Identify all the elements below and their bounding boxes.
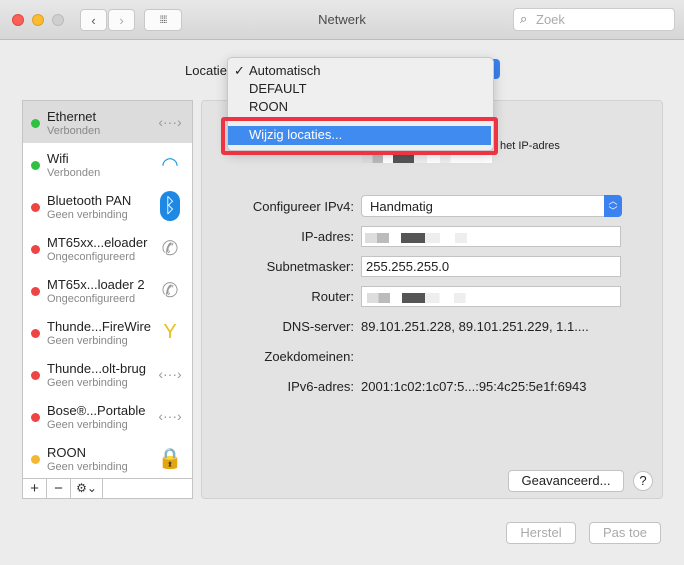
service-name: Thunde...FireWire — [47, 319, 152, 334]
dns-label: DNS-server: — [282, 319, 354, 334]
status-dot — [31, 455, 40, 464]
status-dot — [31, 245, 40, 254]
service-status: Geen verbinding — [47, 335, 128, 347]
search-input[interactable]: ⌕ Zoek — [513, 8, 675, 31]
dns-value: 89.101.251.228, 89.101.251.229, 1.1.... — [361, 319, 589, 334]
service-item[interactable]: Wifi Verbonden ◠ — [23, 143, 192, 185]
service-item[interactable]: ROON Geen verbinding 🔒 — [23, 437, 192, 479]
apply-button[interactable]: Pas toe — [589, 522, 661, 544]
status-dot — [31, 119, 40, 128]
service-item[interactable]: Bluetooth PAN Geen verbinding ᛒ — [23, 185, 192, 227]
bluetooth-icon: ᛒ — [160, 191, 180, 221]
search-domains-label: Zoekdomeinen: — [264, 349, 354, 364]
remove-service-button[interactable]: − — [47, 479, 71, 498]
location-label: Locatie — [185, 63, 227, 78]
ip-address-label: IP-adres: — [301, 229, 354, 244]
service-status: Ongeconfigureerd — [47, 251, 136, 263]
service-item[interactable]: Thunde...olt-brug Geen verbinding ‹···› — [23, 353, 192, 395]
service-name: Thunde...olt-brug — [47, 361, 147, 376]
router-label: Router: — [311, 289, 354, 304]
status-dot — [31, 287, 40, 296]
service-item[interactable]: MT65x...loader 2 Ongeconfigureerd ✆ — [23, 269, 192, 311]
service-status: Geen verbinding — [47, 209, 128, 221]
service-status: Verbonden — [47, 125, 101, 137]
revert-button[interactable]: Herstel — [506, 522, 576, 544]
service-status: Verbonden — [47, 167, 101, 179]
title-bar: ‹ › ⁞⁞⁞⁞ Netwerk ⌕ Zoek — [0, 0, 684, 40]
highlight-annotation — [221, 117, 498, 155]
redacted-ip-value — [365, 233, 515, 243]
phone-icon: ✆ — [161, 279, 179, 302]
ipv6-label: IPv6-adres: — [287, 379, 354, 394]
service-name: Ethernet — [47, 109, 97, 124]
menu-item-roon[interactable]: ROON — [249, 99, 288, 114]
service-item[interactable]: MT65xx...eloader Ongeconfigureerd ✆ — [23, 227, 192, 269]
service-item[interactable]: Thunde...FireWire Geen verbinding Y — [23, 311, 192, 353]
status-dot — [31, 413, 40, 422]
subnet-field[interactable]: 255.255.255.0 — [361, 256, 621, 277]
service-status: Geen verbinding — [47, 461, 128, 473]
service-list: ROON Geen verbinding 🔒 Bose®...Portable … — [22, 100, 193, 499]
status-text: het IP-adres — [500, 140, 560, 152]
service-name: MT65xx...eloader — [47, 235, 148, 250]
subnet-label: Subnetmasker: — [266, 259, 354, 274]
phone-icon: ✆ — [161, 237, 179, 260]
lock-icon: 🔒 — [157, 447, 183, 470]
checkmark-icon: ✓ — [234, 63, 245, 78]
status-dot — [31, 371, 40, 380]
gear-menu-button[interactable]: ⚙⌄ — [71, 479, 103, 498]
add-service-button[interactable]: + — [23, 479, 47, 498]
wifi-icon: ◠ — [161, 153, 179, 176]
ethernet-icon: ‹···› — [158, 408, 182, 424]
service-name: ROON — [47, 445, 86, 460]
ipv6-value: 2001:1c02:1c07:5...:95:4c25:5e1f:6943 — [361, 379, 587, 394]
search-icon: ⌕ — [520, 11, 528, 26]
configure-ipv4-select[interactable]: Handmatig ︿ ﹀ — [361, 195, 622, 217]
service-list-toolbar: + − ⚙⌄ — [23, 478, 192, 498]
configure-ipv4-label: Configureer IPv4: — [252, 199, 354, 214]
service-status: Geen verbinding — [47, 377, 128, 389]
firewire-icon: Y — [163, 320, 177, 343]
menu-item-default[interactable]: DEFAULT — [249, 81, 307, 96]
service-name: Bose®...Portable — [47, 403, 146, 418]
service-name: MT65x...loader 2 — [47, 277, 145, 292]
service-status: Ongeconfigureerd — [47, 293, 136, 305]
service-name: Bluetooth PAN — [47, 193, 132, 208]
ethernet-icon: ‹···› — [158, 114, 182, 130]
status-dot — [31, 161, 40, 170]
service-item[interactable]: Ethernet Verbonden ‹···› — [23, 101, 192, 143]
router-field[interactable] — [361, 286, 621, 307]
ip-address-field[interactable] — [361, 226, 621, 247]
service-name: Wifi — [47, 151, 69, 166]
service-item[interactable]: Bose®...Portable Geen verbinding ‹···› — [23, 395, 192, 437]
redacted-router-value — [367, 293, 512, 303]
status-dot — [31, 329, 40, 338]
help-button[interactable]: ? — [633, 471, 653, 491]
service-status: Geen verbinding — [47, 419, 128, 431]
advanced-button[interactable]: Geavanceerd... — [508, 470, 624, 492]
ethernet-icon: ‹···› — [158, 366, 182, 382]
chevron-updown-icon: ︿ ﹀ — [604, 195, 622, 217]
menu-item-automatisch[interactable]: Automatisch — [249, 63, 321, 78]
status-dot — [31, 203, 40, 212]
